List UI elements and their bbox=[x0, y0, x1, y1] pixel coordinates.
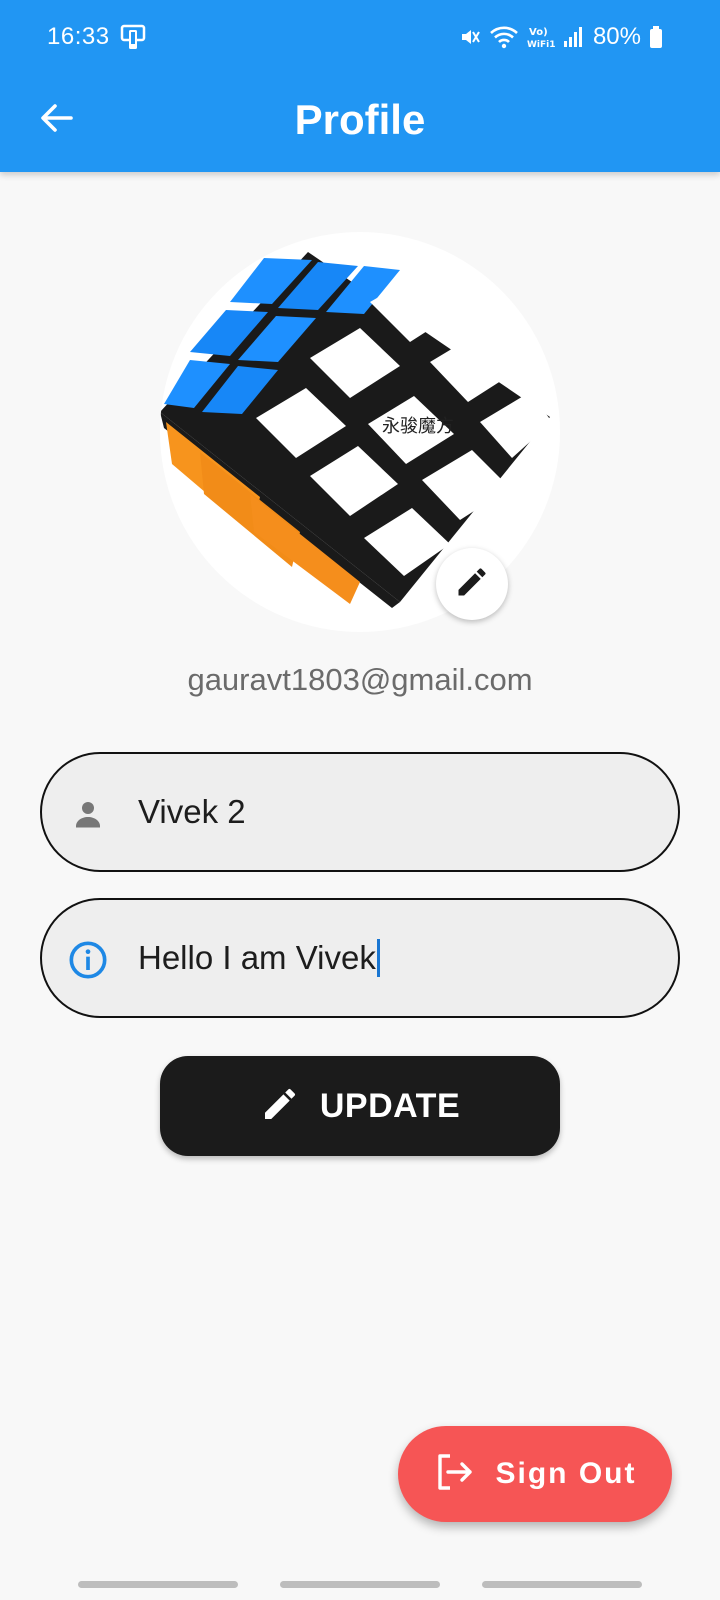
pencil-icon bbox=[260, 1084, 300, 1129]
status-icons: Vo) WiFi1 80% bbox=[459, 22, 663, 52]
cube-logo-text: 永骏魔方 bbox=[382, 416, 454, 437]
battery-icon bbox=[649, 25, 663, 49]
header: 16:33 Vo) WiFi1 80% Profile bbox=[0, 0, 720, 172]
nav-home-button[interactable] bbox=[280, 1581, 440, 1588]
mute-icon bbox=[459, 26, 481, 48]
person-icon bbox=[68, 794, 108, 834]
svg-text:WiFi1: WiFi1 bbox=[527, 40, 555, 50]
nav-recents-button[interactable] bbox=[78, 1581, 238, 1588]
user-email: gauravt1803@gmail.com bbox=[187, 662, 533, 697]
info-icon bbox=[68, 940, 108, 980]
pencil-icon bbox=[454, 564, 490, 605]
nav-back-button[interactable] bbox=[482, 1581, 642, 1588]
status-bar: 16:33 Vo) WiFi1 80% bbox=[0, 0, 720, 72]
update-button[interactable]: UPDATE bbox=[160, 1056, 560, 1156]
name-field[interactable]: Vivek 2 bbox=[40, 752, 680, 872]
svg-text:Vo): Vo) bbox=[529, 27, 548, 38]
update-button-label: UPDATE bbox=[319, 1086, 461, 1125]
battery-percent: 80% bbox=[592, 23, 641, 50]
logout-icon bbox=[434, 1452, 474, 1497]
app-bar: Profile bbox=[0, 72, 720, 172]
text-caret bbox=[376, 939, 380, 978]
sign-out-label: Sign Out bbox=[495, 1457, 637, 1490]
page-title: Profile bbox=[294, 96, 426, 143]
bio-input-value[interactable]: Hello I am Vivek bbox=[138, 900, 380, 1016]
edit-avatar-button[interactable] bbox=[436, 548, 508, 620]
name-input-value[interactable]: Vivek 2 bbox=[138, 754, 246, 870]
sign-out-button[interactable]: Sign Out bbox=[398, 1426, 672, 1522]
vowifi-icon: Vo) WiFi1 bbox=[527, 24, 555, 50]
bio-text: Hello I am Vivek bbox=[138, 939, 376, 976]
screen-cast-icon bbox=[120, 24, 146, 50]
avatar-container: 永骏魔方 bbox=[160, 232, 560, 632]
bio-field[interactable]: Hello I am Vivek bbox=[40, 898, 680, 1018]
system-nav-bar bbox=[0, 1568, 720, 1600]
signal-icon bbox=[563, 26, 583, 48]
wifi-icon bbox=[489, 25, 519, 49]
status-time: 16:33 bbox=[47, 23, 110, 50]
